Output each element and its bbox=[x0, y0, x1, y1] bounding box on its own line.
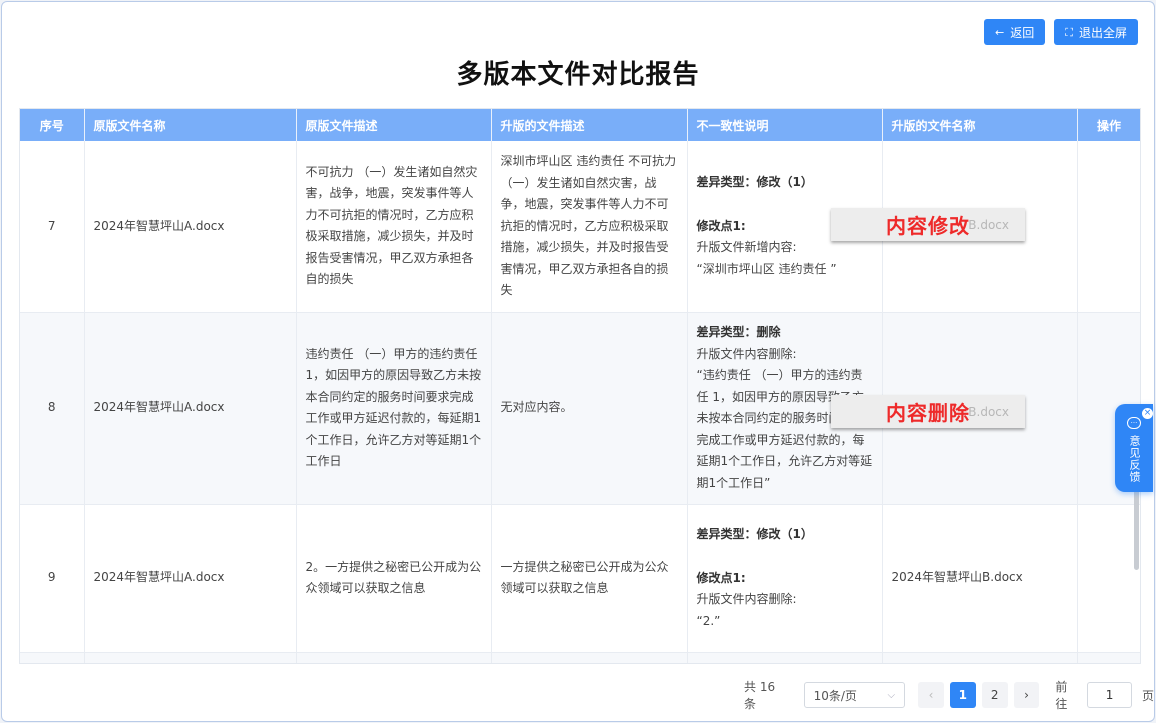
diff-line: 升版文件内容删除: bbox=[696, 346, 797, 361]
diff-point: 修改点1: bbox=[696, 570, 746, 585]
diff-content: “违约责任 （一）甲方的违约责任 1，如因甲方的原因导致乙方未按本合同约定的服务… bbox=[696, 368, 873, 490]
next-page-button[interactable]: › bbox=[1013, 682, 1040, 708]
close-icon[interactable]: × bbox=[1142, 408, 1153, 419]
back-button-label: 返回 bbox=[1010, 25, 1035, 40]
cell-index: 8 bbox=[20, 312, 85, 505]
cell-orig-desc: 不可抗力 （一）发生诸如自然灾害，战争，地震，突发事件等人力不可抗拒的情况时，乙… bbox=[296, 141, 492, 313]
header-orig-desc: 原版文件描述 bbox=[296, 109, 492, 141]
diff-content: “深圳市坪山区 违约责任 ” bbox=[696, 261, 837, 276]
table-header-row: 序号 原版文件名称 原版文件描述 升版的文件描述 不一致性说明 升版的文件名称 … bbox=[20, 109, 1140, 141]
header-upg-name: 升版的文件名称 bbox=[882, 109, 1078, 141]
cell-diff: 差异类型：修改（1） 修改点1: 升版文件内容删除: “2.” bbox=[687, 504, 883, 653]
header-orig-name: 原版文件名称 bbox=[84, 109, 297, 141]
pagination-total: 共 16 条 bbox=[744, 680, 776, 711]
page-suffix: 页 bbox=[1141, 688, 1154, 703]
header-index: 序号 bbox=[20, 109, 85, 141]
overlay-label-text: 内容删除 bbox=[886, 401, 970, 425]
overlay-ghost-text: B.docx bbox=[968, 217, 1009, 232]
pagination: 共 16 条 10条/页 ⌵ ‹ 1 2 › 前往 1 页 bbox=[744, 678, 1154, 712]
page-button-2[interactable]: 2 bbox=[981, 682, 1008, 708]
header-op: 操作 bbox=[1077, 109, 1140, 141]
cell-orig-desc: 2。一方提供之秘密已公开成为公众领域可以获取之信息 bbox=[296, 504, 492, 653]
header-upg-desc: 升版的文件描述 bbox=[491, 109, 688, 141]
cell-upg-name: 2024年智慧坪山B.docx bbox=[882, 504, 1078, 653]
page-button-1[interactable]: 1 bbox=[949, 682, 976, 708]
cell-orig-desc: 违约责任 （一）甲方的违约责任 1，如因甲方的原因导致乙方未按本合同约定的服务时… bbox=[296, 312, 492, 505]
cell-index: 9 bbox=[20, 504, 85, 653]
chevron-right-icon: › bbox=[1024, 688, 1029, 702]
page-title: 多版本文件对比报告 bbox=[456, 60, 700, 90]
overlay-ghost-text: B.docx bbox=[968, 404, 1009, 419]
diff-type: 差异类型：修改（1） bbox=[696, 175, 813, 190]
arrow-left-icon: ← bbox=[995, 25, 1005, 39]
table-row: 9 2024年智慧坪山A.docx 2。一方提供之秘密已公开成为公众领域可以获取… bbox=[20, 504, 1140, 653]
cell-orig-name: 2024年智慧坪山A.docx bbox=[84, 141, 297, 313]
overlay-label-text: 内容修改 bbox=[886, 214, 970, 238]
goto-label: 前往 bbox=[1055, 680, 1068, 711]
cell-index: 7 bbox=[20, 141, 85, 313]
exit-fullscreen-label: 退出全屏 bbox=[1078, 25, 1127, 40]
comparison-table-container: 序号 原版文件名称 原版文件描述 升版的文件描述 不一致性说明 升版的文件名称 … bbox=[19, 108, 1141, 664]
annotation-content-modified: B.docx 内容修改 bbox=[831, 208, 1025, 241]
cell-upg-desc: 一方提供之秘密已公开成为公众领域可以获取之信息 bbox=[491, 504, 688, 653]
exit-fullscreen-button[interactable]: ⛶ 退出全屏 bbox=[1054, 19, 1138, 45]
page-size-select[interactable]: 10条/页 ⌵ bbox=[803, 682, 906, 708]
vertical-scrollbar[interactable] bbox=[1134, 482, 1139, 570]
annotation-content-deleted: B.docx 内容删除 bbox=[831, 395, 1025, 428]
feedback-label: 意见反馈 bbox=[1128, 435, 1141, 483]
cell-upg-desc: 无对应内容。 bbox=[491, 312, 688, 505]
page-size-value: 10条/页 bbox=[813, 688, 857, 703]
table-row bbox=[20, 652, 1140, 663]
cell-op bbox=[1077, 504, 1140, 653]
back-button[interactable]: ← 返回 bbox=[984, 19, 1046, 45]
cell-upg-desc: 深圳市坪山区 违约责任 不可抗力 （一）发生诸如自然灾害，战争，地震，突发事件等… bbox=[491, 141, 688, 313]
prev-page-button[interactable]: ‹ bbox=[918, 682, 944, 708]
cell-orig-name: 2024年智慧坪山A.docx bbox=[84, 504, 297, 653]
goto-page-input[interactable]: 1 bbox=[1087, 682, 1132, 708]
report-window: ← 返回 ⛶ 退出全屏 多版本文件对比报告 序号 原版文件名称 原版文件描述 升… bbox=[1, 1, 1155, 722]
chevron-left-icon: ‹ bbox=[928, 688, 934, 702]
top-toolbar: ← 返回 ⛶ 退出全屏 bbox=[984, 19, 1138, 45]
diff-type: 差异类型：修改（1） bbox=[696, 527, 813, 541]
diff-content: “2.” bbox=[696, 613, 721, 628]
chevron-down-icon: ⌵ bbox=[887, 689, 896, 701]
chat-bubble-icon: ··· bbox=[1127, 417, 1141, 429]
fullscreen-exit-icon: ⛶ bbox=[1065, 25, 1073, 39]
cell-op bbox=[1077, 141, 1140, 313]
diff-type: 差异类型：删除 bbox=[696, 325, 781, 339]
diff-line: 升版文件内容删除: bbox=[696, 592, 797, 606]
comparison-table: 序号 原版文件名称 原版文件描述 升版的文件描述 不一致性说明 升版的文件名称 … bbox=[20, 109, 1140, 663]
header-diff: 不一致性说明 bbox=[687, 109, 883, 141]
cell-orig-name: 2024年智慧坪山A.docx bbox=[84, 312, 297, 505]
